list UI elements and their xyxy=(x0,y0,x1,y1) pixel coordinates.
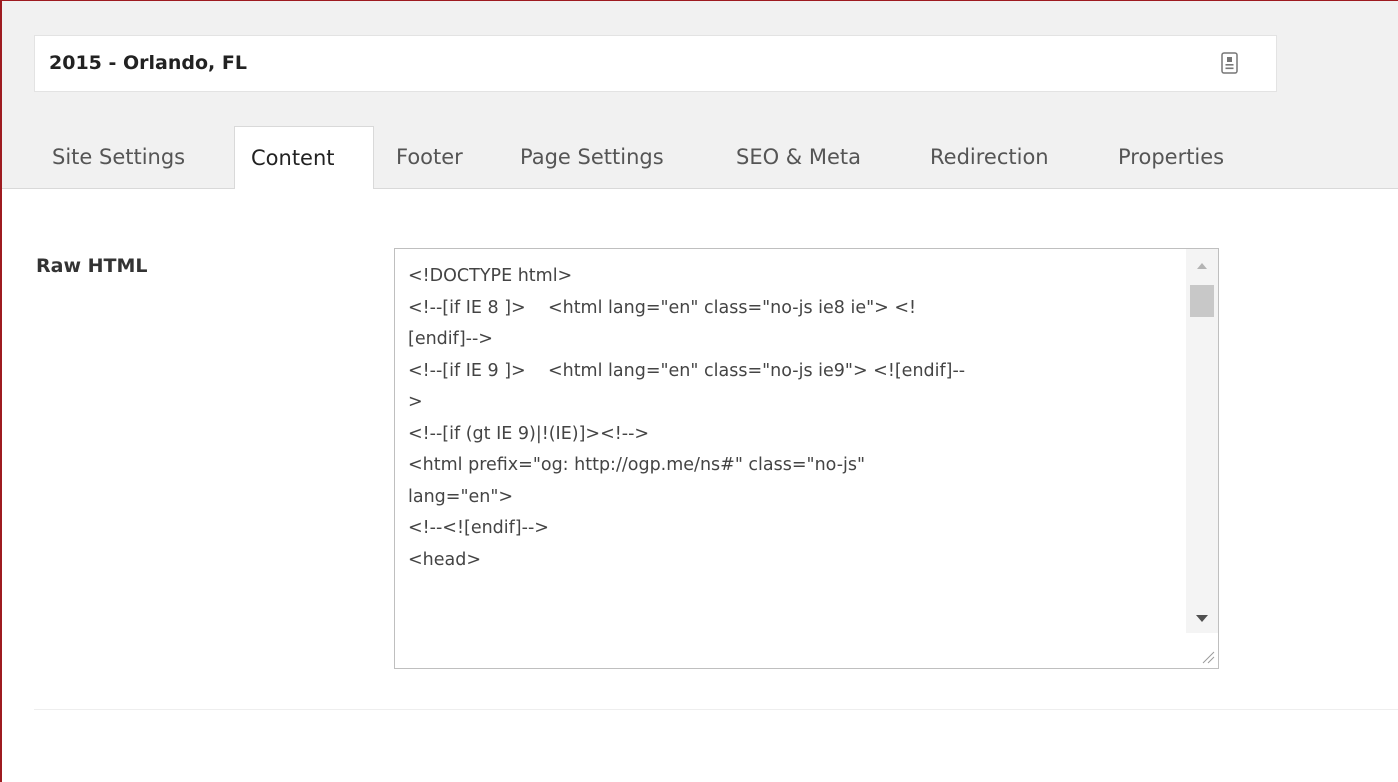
section-divider xyxy=(34,709,1398,710)
editor-header: 2015 - Orlando, FL Site Settings Content… xyxy=(2,1,1398,189)
tab-label: Properties xyxy=(1118,145,1225,169)
tab-label: Site Settings xyxy=(52,145,186,169)
scroll-thumb[interactable] xyxy=(1190,285,1214,317)
scroll-up-arrow-icon[interactable] xyxy=(1197,263,1207,269)
tab-label: Footer xyxy=(396,145,463,169)
resize-grip-icon[interactable] xyxy=(1186,633,1218,668)
tab-properties[interactable]: Properties xyxy=(1102,126,1272,188)
page-title-field[interactable]: 2015 - Orlando, FL xyxy=(34,35,1277,92)
scroll-down-arrow-icon[interactable] xyxy=(1196,615,1208,622)
tab-label: Redirection xyxy=(930,145,1049,169)
tab-seo-meta[interactable]: SEO & Meta xyxy=(720,126,910,188)
raw-html-content[interactable]: <!DOCTYPE html> <!--[if IE 8 ]> <html la… xyxy=(408,261,1178,576)
resize-handle[interactable] xyxy=(1186,633,1218,668)
editor-frame: 2015 - Orlando, FL Site Settings Content… xyxy=(0,0,1398,782)
tab-footer[interactable]: Footer xyxy=(380,126,494,188)
tab-redirection[interactable]: Redirection xyxy=(914,126,1094,188)
raw-html-label: Raw HTML xyxy=(36,255,148,277)
tab-content[interactable]: Content xyxy=(234,126,374,189)
textarea-scrollbar[interactable] xyxy=(1186,249,1218,634)
tab-site-settings[interactable]: Site Settings xyxy=(34,126,232,188)
tab-label: Content xyxy=(251,146,335,170)
tab-label: Page Settings xyxy=(520,145,664,169)
raw-html-textarea[interactable]: <!DOCTYPE html> <!--[if IE 8 ]> <html la… xyxy=(394,248,1219,669)
template-icon[interactable] xyxy=(1221,52,1238,74)
page-title: 2015 - Orlando, FL xyxy=(49,52,247,74)
tab-label: SEO & Meta xyxy=(736,145,861,169)
tab-page-settings[interactable]: Page Settings xyxy=(504,126,704,188)
